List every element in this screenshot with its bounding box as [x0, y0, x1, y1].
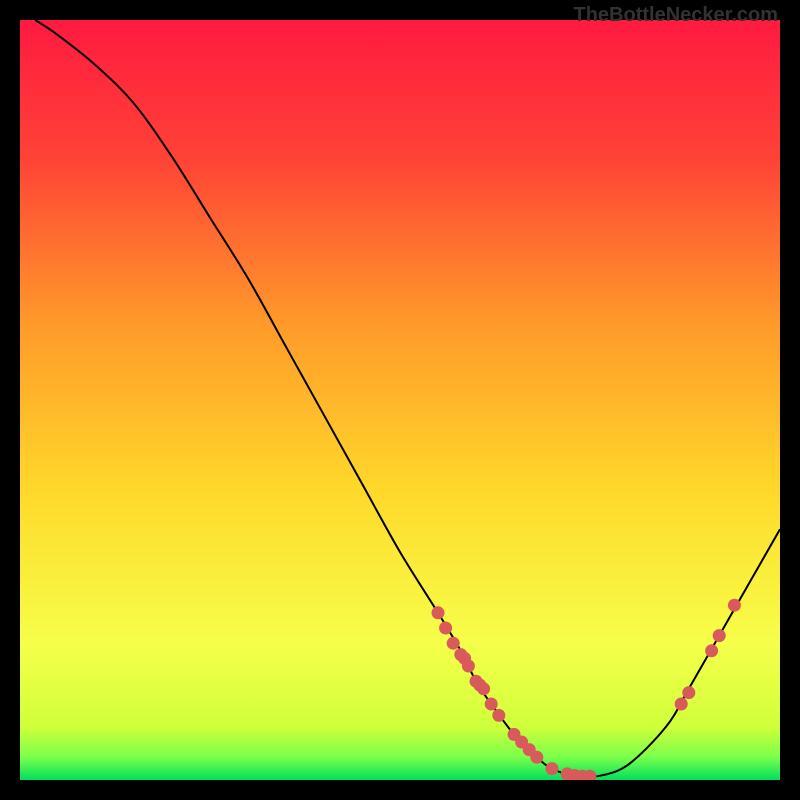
- data-point: [713, 629, 726, 642]
- data-point: [682, 686, 695, 699]
- data-point: [485, 698, 498, 711]
- gradient-background: [20, 20, 780, 780]
- data-point: [477, 682, 490, 695]
- data-point: [728, 599, 741, 612]
- watermark-text: TheBottleNecker.com: [573, 4, 778, 27]
- data-point: [447, 637, 460, 650]
- data-point: [439, 622, 452, 635]
- data-point: [462, 660, 475, 673]
- data-point: [530, 751, 543, 764]
- data-point: [492, 709, 505, 722]
- data-point: [705, 644, 718, 657]
- plot-area: [20, 20, 780, 780]
- chart-svg: [20, 20, 780, 780]
- chart-container: TheBottleNecker.com: [0, 0, 800, 800]
- data-point: [546, 762, 559, 775]
- data-point: [432, 606, 445, 619]
- data-point: [675, 698, 688, 711]
